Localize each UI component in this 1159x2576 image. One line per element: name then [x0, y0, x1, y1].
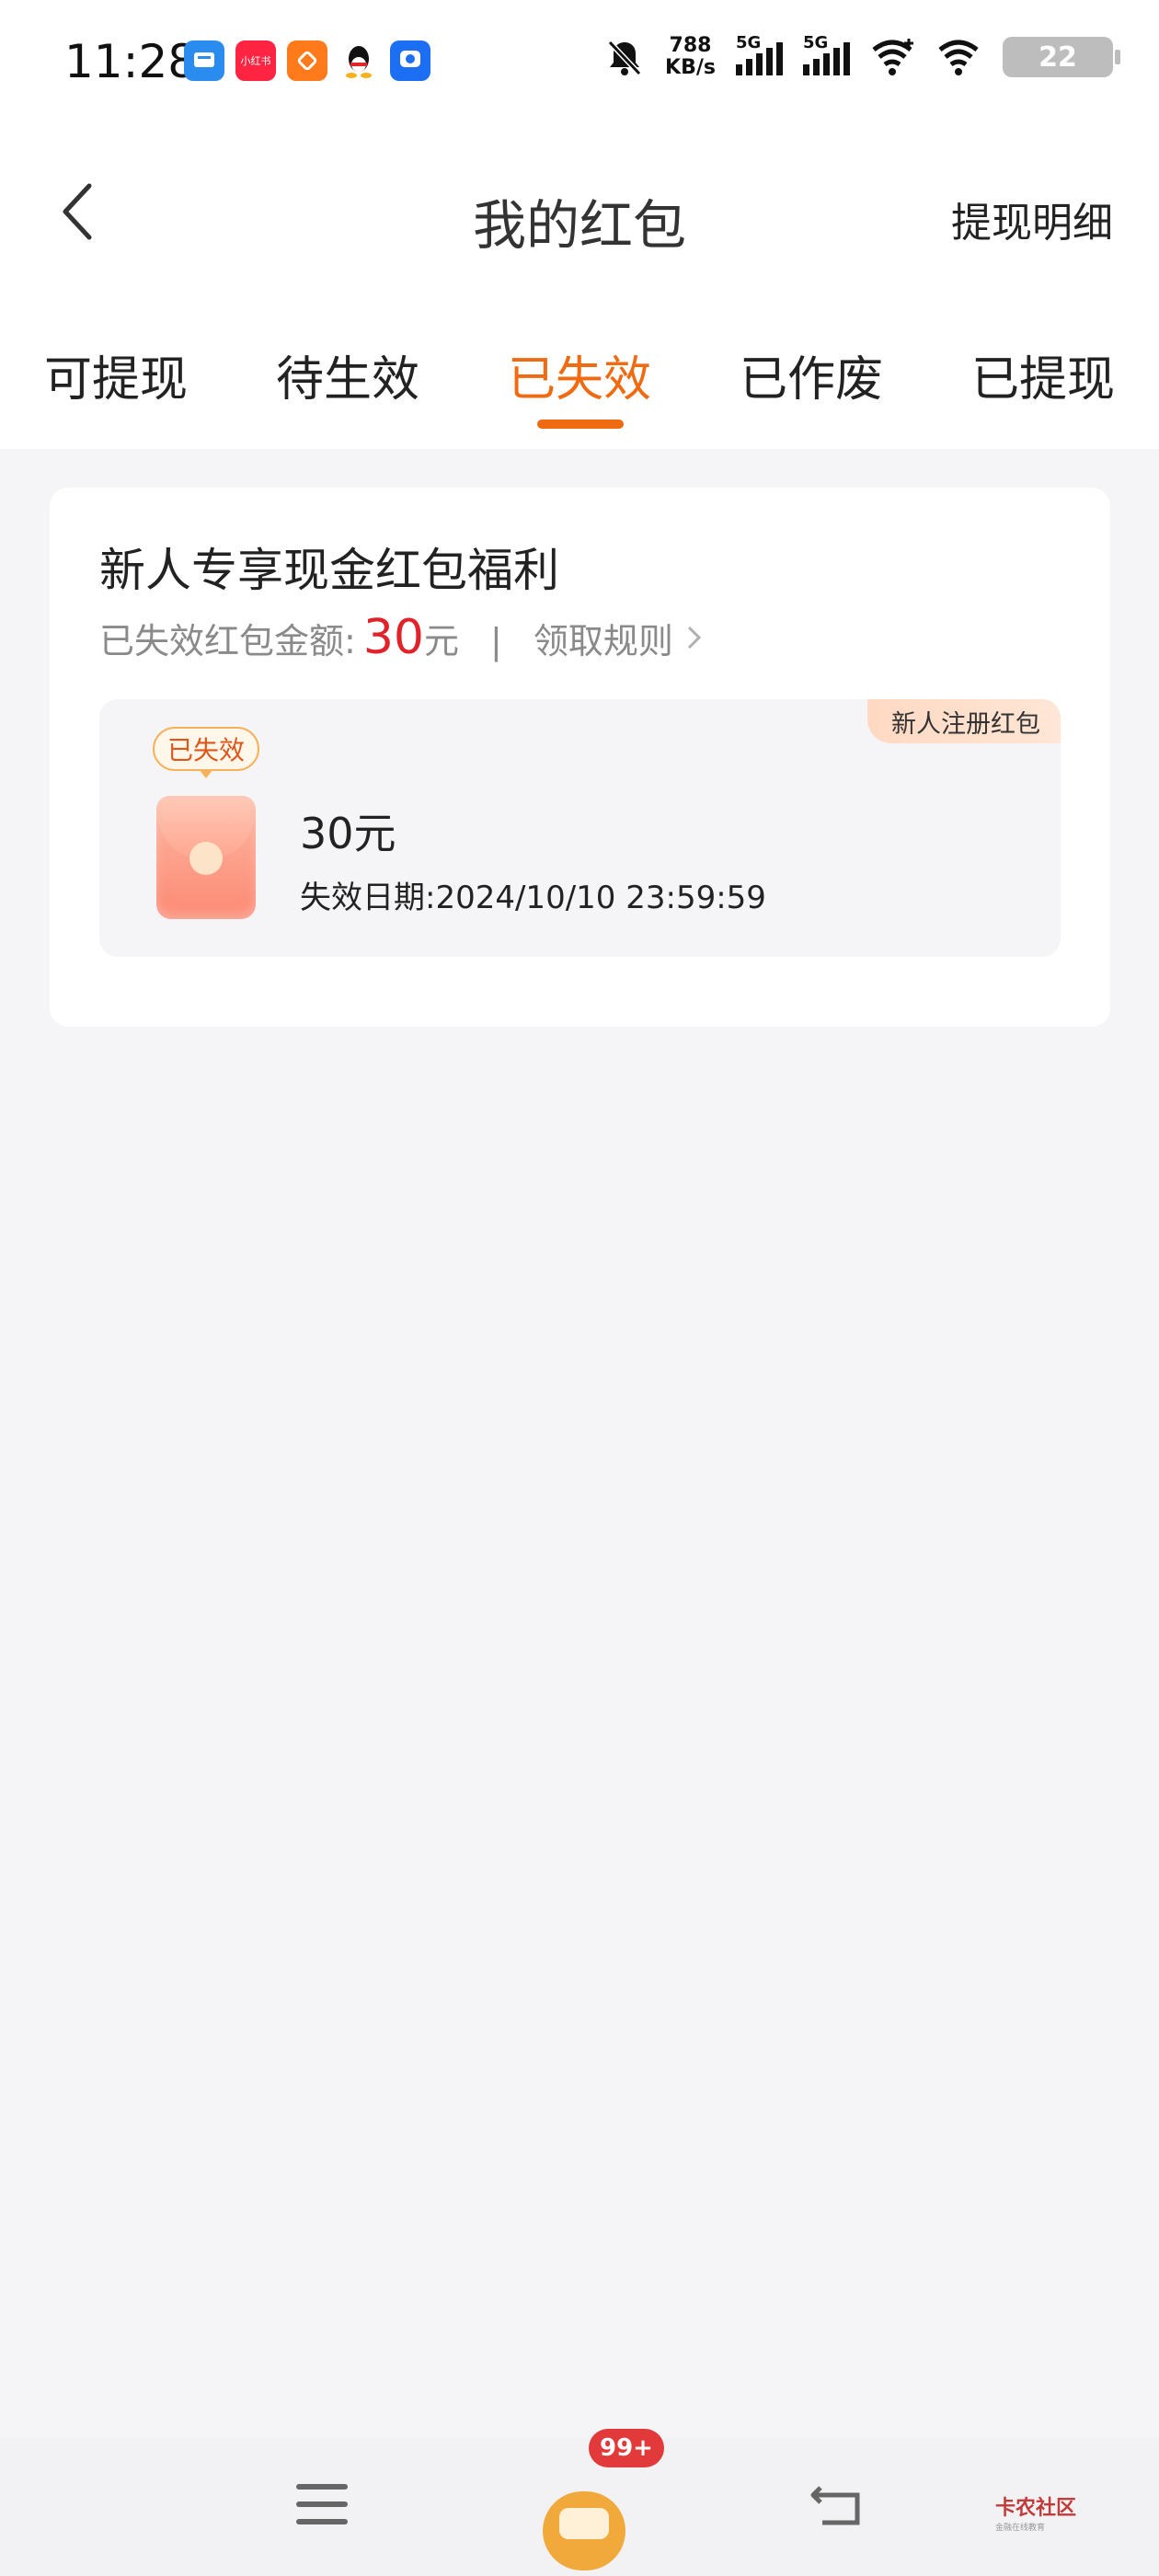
wifi-plus-icon — [872, 39, 913, 75]
net-speed-unit: KB/s — [665, 56, 716, 79]
red-envelope-icon — [156, 796, 256, 919]
coupon-amount: 30元 — [300, 809, 396, 858]
signal-1-label: 5G — [736, 33, 762, 52]
wifi-icon — [938, 40, 979, 75]
chat-app-icon — [184, 40, 224, 81]
envelope-seal — [189, 842, 223, 875]
summary-separator: | — [490, 621, 502, 661]
return-icon[interactable] — [809, 2482, 865, 2528]
tab-withdrawable[interactable]: 可提现 — [24, 340, 208, 409]
bell-muted-icon — [607, 40, 642, 76]
battery-icon: 22 — [1003, 37, 1120, 77]
notification-badge: 99+ — [589, 2429, 664, 2467]
watermark-title: 卡农社区 — [995, 2497, 1077, 2520]
net-speed-value: 788 — [669, 34, 712, 57]
status-time: 11:28 — [64, 35, 198, 88]
summary-unit: 元 — [423, 621, 459, 661]
expired-status-tag: 已失效 — [153, 727, 260, 778]
tab-voided[interactable]: 已作废 — [719, 340, 903, 409]
menu-icon[interactable] — [296, 2484, 348, 2526]
net-speed: 788 KB/s — [665, 35, 716, 79]
tab-pending[interactable]: 待生效 — [256, 340, 440, 409]
signal-2-label: 5G — [803, 33, 829, 52]
rules-link[interactable]: 领取规则 — [534, 613, 673, 663]
summary-label: 已失效红包金额: — [99, 621, 356, 661]
summary-amount: 30 — [362, 610, 424, 665]
status-indicators: 788 KB/s 5G 5G 22 — [604, 33, 1120, 79]
notification-app-icons: 小红书 — [184, 40, 430, 81]
expired-amount-summary: 已失效红包金额: 30 元 | 领取规则 — [99, 610, 705, 665]
watermark-subtitle: 金融在线教育 — [995, 2524, 1046, 2533]
coupon-expiry: 失效日期:2024/10/10 23:59:59 — [300, 880, 766, 916]
signal-1-icon: 5G — [736, 33, 783, 75]
withdraw-detail-link[interactable]: 提现明细 — [951, 190, 1113, 248]
chevron-right-icon — [687, 626, 701, 650]
signal-2-icon: 5G — [803, 33, 850, 75]
tab-withdrawn[interactable]: 已提现 — [951, 340, 1135, 409]
card-title: 新人专享现金红包福利 — [99, 544, 559, 597]
tab-bar: 可提现 待生效 已失效 已作废 已提现 — [0, 340, 1159, 449]
red-packet-item[interactable]: 新人注册红包 已失效 30元 失效日期:2024/10/10 23:59:59 — [99, 699, 1061, 957]
tiger-mascot-icon[interactable] — [534, 2466, 635, 2571]
blue-app-icon — [390, 40, 430, 81]
orange-app-icon — [287, 40, 327, 81]
status-bar: 11:28 小红书 788 KB/s 5G 5G 22 — [0, 0, 1159, 120]
red-packet-card: 新人专享现金红包福利 已失效红包金额: 30 元 | 领取规则 新人注册红包 已… — [50, 488, 1110, 1027]
watermark-logo: 卡农社区 金融在线教育 — [995, 2491, 1076, 2533]
tab-expired[interactable]: 已失效 — [488, 340, 671, 409]
qq-app-icon — [339, 40, 379, 81]
xiaohongshu-app-icon: 小红书 — [235, 40, 276, 81]
new-user-tag: 新人注册红包 — [867, 699, 1061, 743]
active-tab-indicator — [537, 420, 624, 429]
